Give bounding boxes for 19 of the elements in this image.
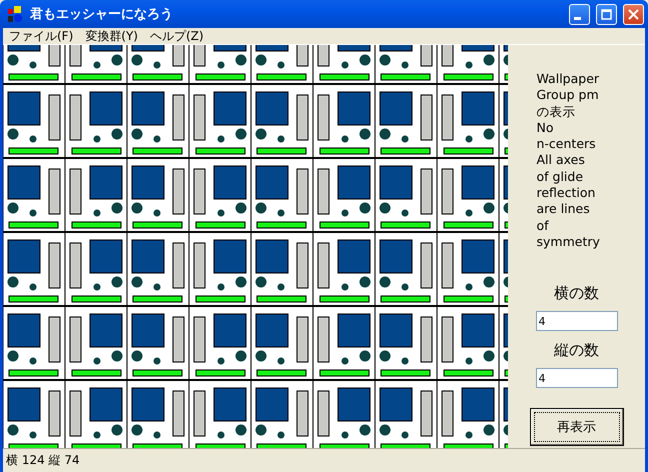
group-description: No n-centers All axes of glide reflection are lines of symmetry bbox=[536, 120, 601, 250]
input-field[interactable]: 4 bbox=[536, 368, 618, 388]
maximize-icon bbox=[601, 8, 612, 20]
status-text: 横 124 縦 74 bbox=[6, 452, 80, 469]
app-icon bbox=[6, 5, 24, 23]
menu-item[interactable]: ヘルプ(Z) bbox=[144, 28, 210, 44]
group-heading: Wallpaper Group pm の表示 bbox=[536, 71, 600, 120]
menu-item[interactable]: 変換群(Y) bbox=[79, 28, 144, 44]
minimize-icon bbox=[574, 16, 581, 20]
close-button[interactable] bbox=[623, 4, 644, 24]
input-field[interactable]: 4 bbox=[536, 311, 618, 332]
maximize-button[interactable] bbox=[596, 4, 617, 24]
close-icon bbox=[628, 8, 639, 20]
menu-item[interactable]: ファイル(F) bbox=[3, 28, 80, 44]
redisplay-button[interactable]: 再表示 bbox=[530, 408, 624, 446]
minimize-button[interactable] bbox=[569, 4, 590, 24]
window-title: 君もエッシャーになろう bbox=[30, 6, 174, 23]
field-label: 横の数 bbox=[554, 284, 599, 304]
field-label: 縦の数 bbox=[554, 341, 599, 360]
